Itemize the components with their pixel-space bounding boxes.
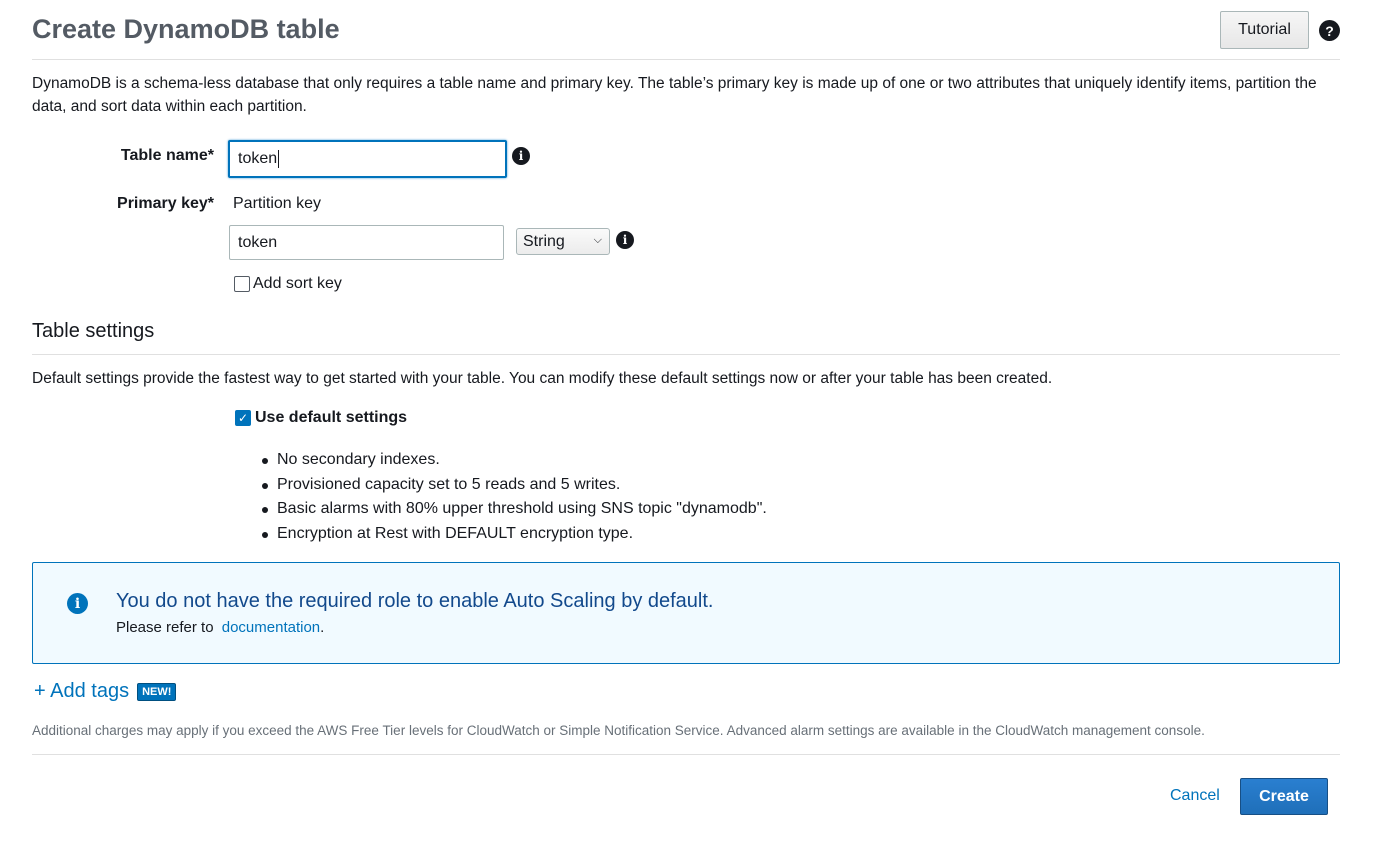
- partition-key-input[interactable]: token: [229, 225, 504, 260]
- list-item: Provisioned capacity set to 5 reads and …: [262, 473, 767, 498]
- intro-text: DynamoDB is a schema-less database that …: [32, 75, 1317, 115]
- info-icon[interactable]: i: [616, 231, 634, 249]
- auto-scaling-alert: i You do not have the required role to e…: [32, 562, 1340, 664]
- cancel-button[interactable]: Cancel: [1170, 787, 1220, 805]
- create-button[interactable]: Create: [1240, 778, 1328, 815]
- list-item: No secondary indexes.: [262, 448, 767, 473]
- text-cursor: [278, 150, 280, 168]
- list-item: Basic alarms with 80% upper threshold us…: [262, 497, 767, 522]
- alert-body: Please refer to documentation.: [116, 619, 324, 636]
- info-circle-icon: i: [67, 593, 88, 614]
- divider: [32, 754, 1340, 755]
- primary-key-label: Primary key*: [117, 195, 214, 212]
- partition-key-type-value: String: [523, 232, 565, 250]
- question-circle-icon[interactable]: ?: [1319, 20, 1340, 41]
- table-settings-title: Table settings: [32, 320, 155, 342]
- table-name-value: token: [238, 150, 278, 167]
- chevron-down-icon: ⌵: [593, 234, 602, 246]
- list-item: Encryption at Rest with DEFAULT encrypti…: [262, 522, 767, 547]
- table-settings-description: Default settings provide the fastest way…: [32, 370, 1053, 387]
- partition-key-type-select[interactable]: String ⌵: [516, 228, 610, 255]
- partition-key-value: token: [238, 233, 278, 251]
- alert-body-suffix: .: [320, 619, 325, 636]
- table-name-label: Table name*: [120, 147, 214, 164]
- tutorial-button[interactable]: Tutorial: [1220, 11, 1309, 49]
- default-settings-list: No secondary indexes. Provisioned capaci…: [262, 448, 767, 546]
- documentation-link[interactable]: documentation: [222, 619, 320, 636]
- page-header: Create DynamoDB table Tutorial ?: [32, 0, 1340, 60]
- add-sort-key-label[interactable]: Add sort key: [253, 275, 342, 293]
- alert-body-prefix: Please refer to: [116, 619, 214, 636]
- divider: [32, 354, 1340, 355]
- add-tags-label[interactable]: + Add tags: [34, 680, 129, 703]
- add-tags-link[interactable]: + Add tags NEW!: [34, 680, 177, 703]
- table-name-input[interactable]: token: [228, 140, 507, 178]
- use-default-settings-label[interactable]: Use default settings: [255, 409, 407, 427]
- create-table-page: Create DynamoDB table Tutorial ? DynamoD…: [0, 0, 1400, 845]
- charges-footnote: Additional charges may apply if you exce…: [32, 723, 1205, 738]
- alert-title: You do not have the required role to ena…: [116, 590, 714, 612]
- info-icon[interactable]: i: [512, 147, 530, 165]
- page-title: Create DynamoDB table: [32, 14, 340, 44]
- add-sort-key-checkbox[interactable]: [234, 276, 250, 292]
- use-default-settings-checkbox[interactable]: ✓: [235, 410, 251, 426]
- partition-key-label: Partition key: [233, 195, 322, 212]
- new-badge: NEW!: [137, 682, 177, 701]
